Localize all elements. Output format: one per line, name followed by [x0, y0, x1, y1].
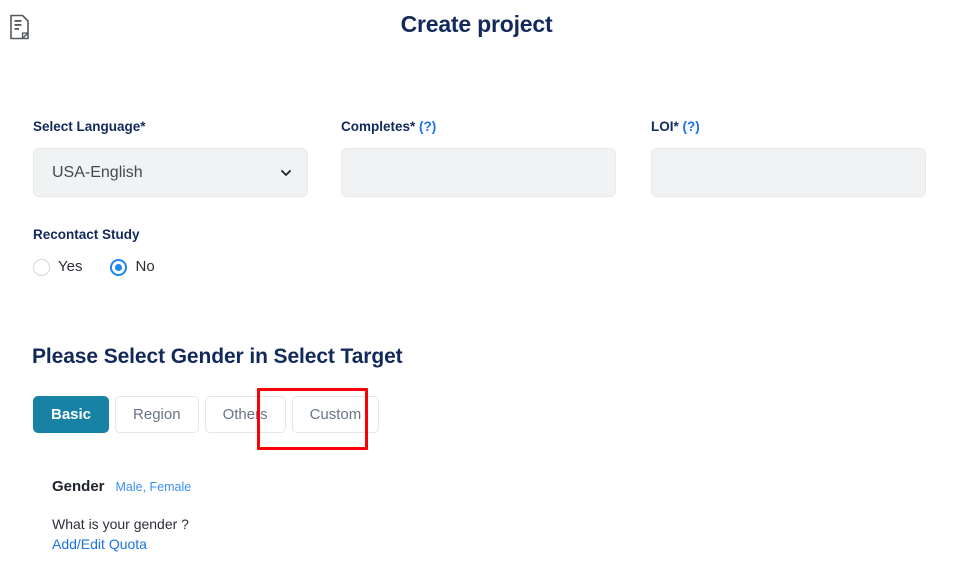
tab-others[interactable]: Others: [204, 396, 286, 433]
select-language-dropdown[interactable]: USA-English: [33, 148, 308, 197]
project-form-row: Select Language* USA-English Completes* …: [33, 119, 926, 209]
gender-header: Gender Male, Female: [52, 478, 191, 496]
loi-input-wrapper: [651, 148, 926, 197]
loi-label-text: LOI*: [651, 119, 679, 134]
chevron-down-icon: [279, 166, 293, 180]
completes-label-text: Completes*: [341, 119, 416, 134]
add-edit-quota-link[interactable]: Add/Edit Quota: [52, 536, 191, 553]
create-project-page: Create project Select Language* USA-Engl…: [0, 0, 953, 565]
gender-title: Gender: [52, 478, 105, 495]
recontact-option-yes-label: Yes: [58, 258, 83, 275]
loi-input[interactable]: [652, 149, 925, 196]
loi-help-icon[interactable]: (?): [683, 119, 700, 134]
recontact-study-label: Recontact Study: [33, 227, 140, 242]
completes-label: Completes* (?): [341, 119, 616, 135]
tab-custom[interactable]: Custom: [291, 396, 380, 433]
select-language-label: Select Language*: [33, 119, 308, 135]
loi-label: LOI* (?): [651, 119, 926, 135]
completes-input[interactable]: [342, 149, 615, 196]
completes-help-icon[interactable]: (?): [419, 119, 436, 134]
select-language-value: USA-English: [52, 163, 143, 181]
gender-question-text: What is your gender ?: [52, 516, 189, 532]
tab-region[interactable]: Region: [115, 396, 199, 433]
gender-selected-values[interactable]: Male, Female: [116, 480, 192, 495]
completes-input-wrapper: [341, 148, 616, 197]
select-language-label-text: Select Language*: [33, 119, 146, 134]
field-loi: LOI* (?): [651, 119, 926, 197]
radio-icon-yes[interactable]: [33, 258, 50, 276]
recontact-study-group: Recontact Study Yes No: [33, 227, 155, 276]
recontact-option-no-label: No: [135, 258, 155, 275]
field-completes: Completes* (?): [341, 119, 616, 197]
radio-icon-no[interactable]: [110, 258, 128, 276]
recontact-radio-group: Yes No: [33, 258, 155, 276]
target-tabs: Basic Region Others Custom: [33, 396, 385, 433]
tab-basic[interactable]: Basic: [33, 396, 110, 433]
field-select-language: Select Language* USA-English: [33, 119, 308, 197]
gender-target-block: Gender Male, Female What is your gender …: [52, 478, 191, 553]
page-header: Create project: [0, 0, 953, 58]
recontact-option-no[interactable]: No: [110, 258, 155, 276]
section-heading: Please Select Gender in Select Target: [32, 345, 403, 368]
recontact-option-yes[interactable]: Yes: [33, 258, 82, 276]
page-title: Create project: [400, 11, 553, 37]
